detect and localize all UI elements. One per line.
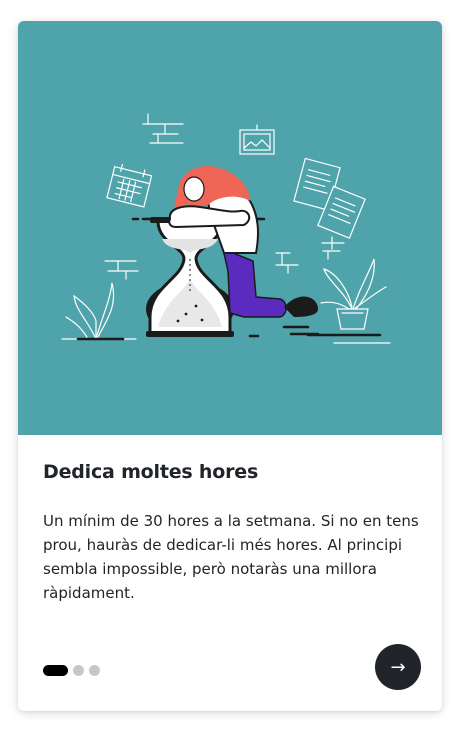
pagination-dot-3[interactable] [89,665,100,676]
card-description: Un mínim de 30 hores a la setmana. Si no… [43,512,419,602]
hourglass-woman-illustration [61,113,391,344]
pagination-dot-2[interactable] [73,665,84,676]
onboarding-card: Dedica moltes hores Un mínim de 30 hores… [18,21,442,711]
pagination-dot-1[interactable] [43,665,68,676]
hero-illustration-panel [18,21,442,435]
pagination-dots [43,665,100,676]
card-title: Dedica moltes hores [43,461,259,483]
next-button[interactable]: → [375,644,421,690]
arrow-right-icon: → [390,656,406,678]
